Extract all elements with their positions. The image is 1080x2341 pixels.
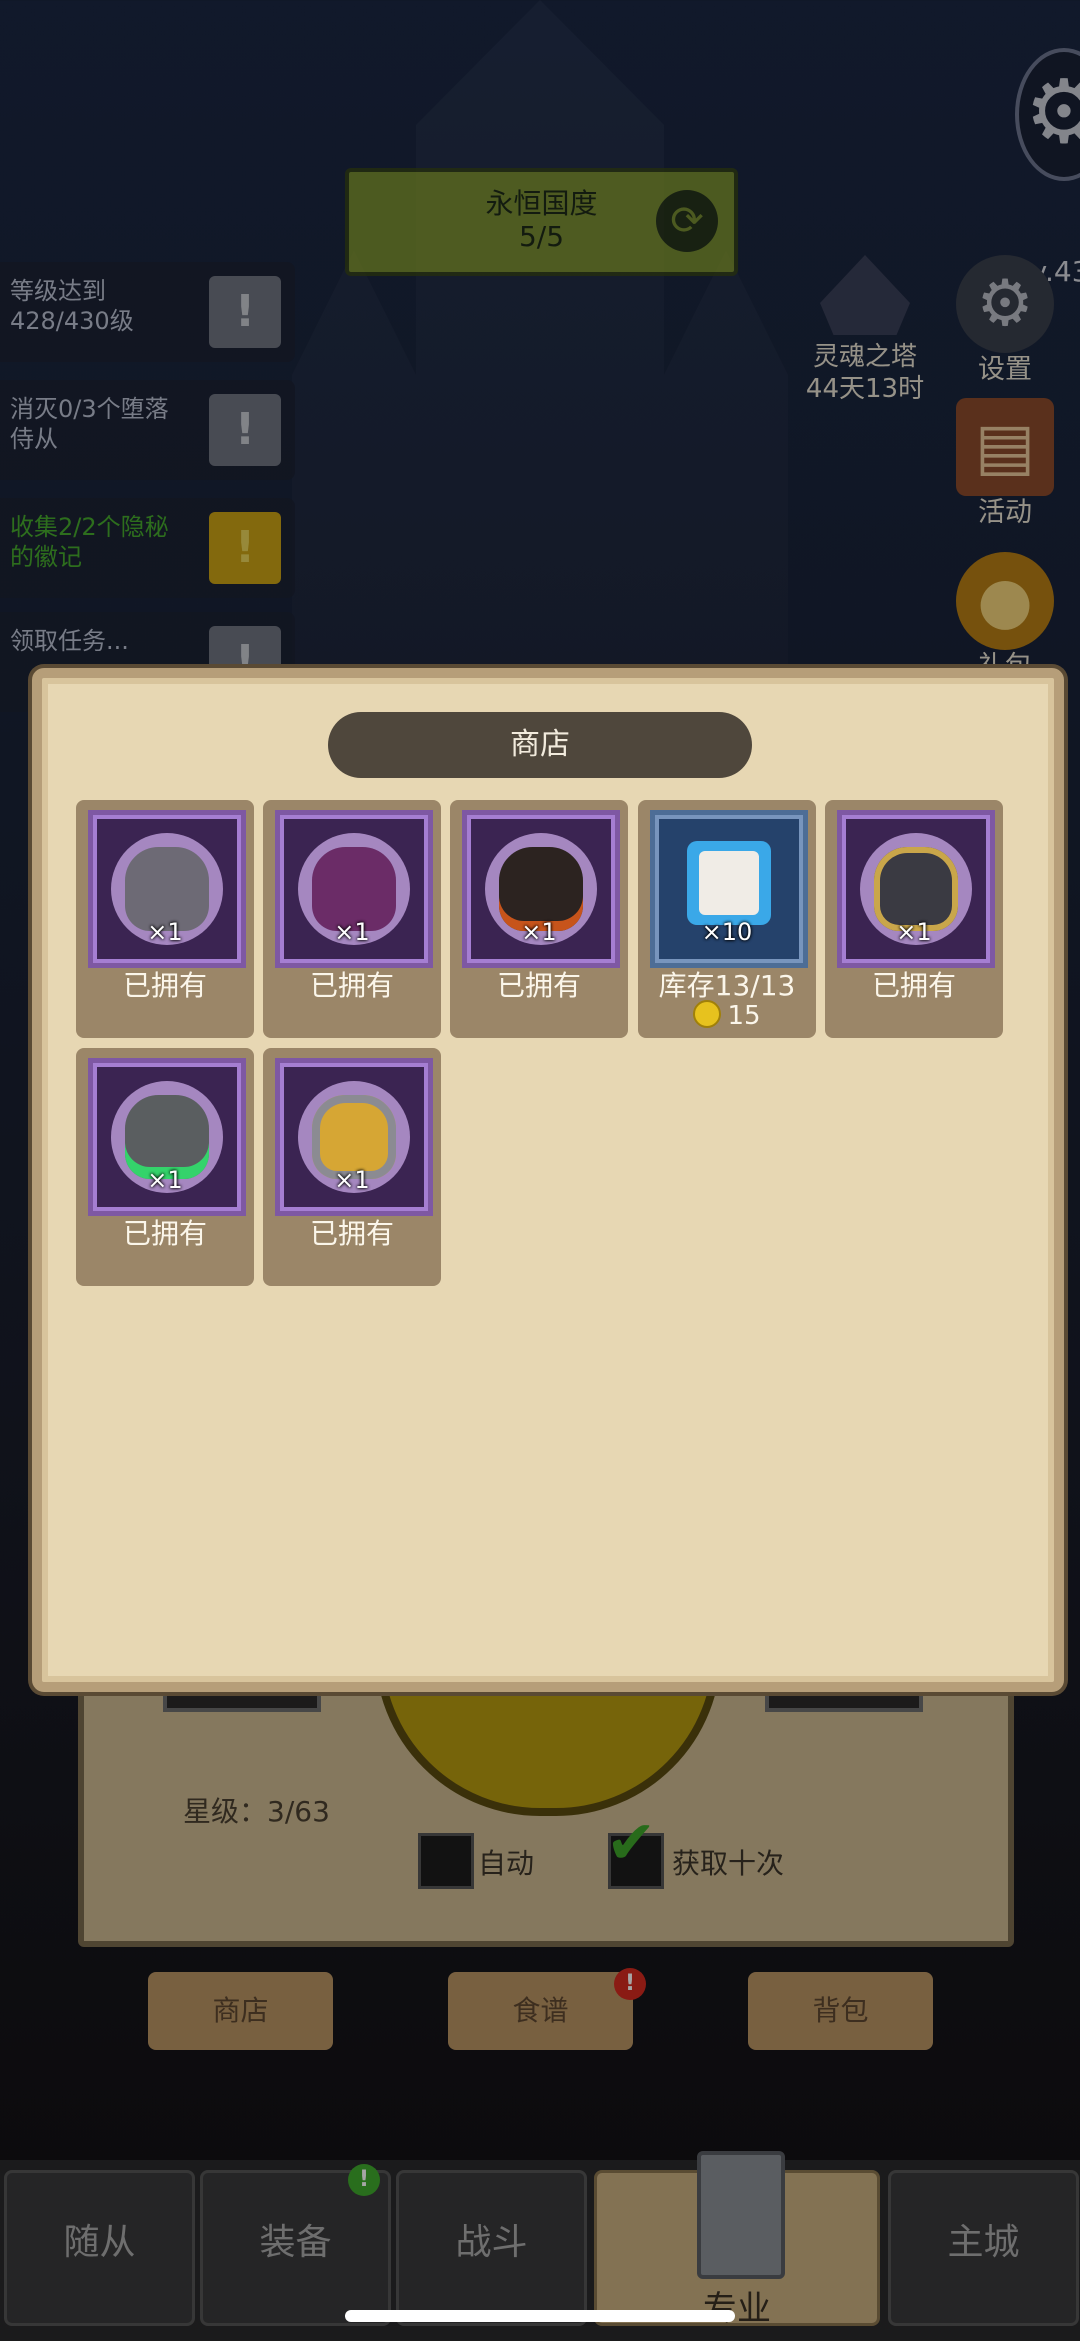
item-quantity: ×1 [147,918,183,946]
shop-item[interactable]: ×1 已拥有 [263,800,441,1038]
item-status: 已拥有 [122,969,207,1002]
shop-title: 商店 [328,712,752,778]
item-quantity: ×1 [334,918,370,946]
shop-item[interactable]: ×1 已拥有 [76,800,254,1038]
shop-item[interactable]: ×1 已拥有 [450,800,628,1038]
item-quantity: ×10 [701,918,753,946]
item-quantity: ×1 [521,918,557,946]
item-status: 已拥有 [309,1217,394,1250]
item-status: 已拥有 [122,1217,207,1250]
item-quantity: ×1 [896,918,932,946]
home-indicator[interactable] [345,2310,735,2322]
item-status: 已拥有 [871,969,956,1002]
item-portrait [687,841,771,925]
shop-item[interactable]: ×1 已拥有 [825,800,1003,1038]
shop-item[interactable]: ×10 库存13/13 15 [638,800,816,1038]
chef-icon [699,851,759,915]
shop-item[interactable]: ×1 已拥有 [76,1048,254,1286]
item-quantity: ×1 [334,1166,370,1194]
item-status: 已拥有 [496,969,581,1002]
item-quantity: ×1 [147,1166,183,1194]
gold-coin-icon [693,1000,722,1028]
shop-item[interactable]: ×1 已拥有 [263,1048,441,1286]
item-price: 15 [638,1000,816,1031]
item-status: 库存13/13 [658,969,796,1002]
item-status: 已拥有 [309,969,394,1002]
item-price-value: 15 [727,1001,761,1031]
